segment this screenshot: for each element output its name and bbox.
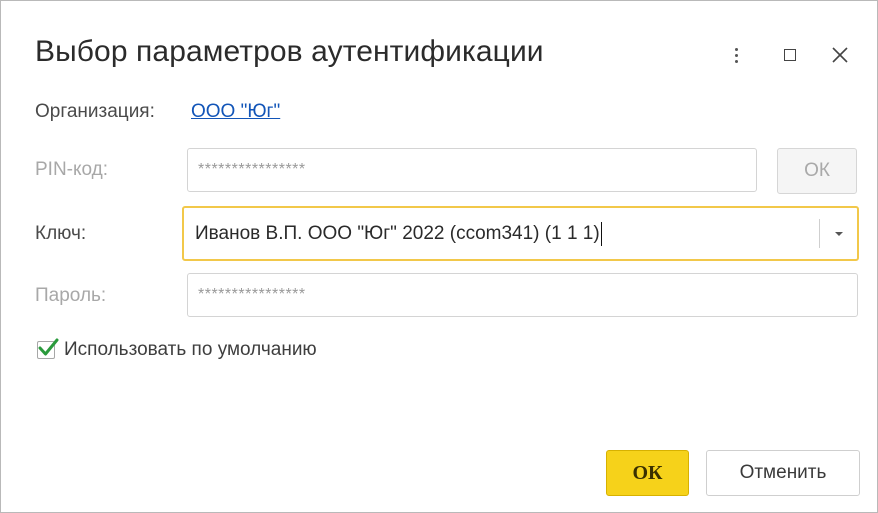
pin-value: **************** — [198, 161, 306, 178]
dropdown-arrow-icon[interactable] — [820, 208, 857, 259]
close-icon[interactable] — [827, 41, 853, 69]
key-label: Ключ: — [35, 223, 87, 244]
password-input[interactable]: **************** — [187, 273, 858, 317]
maximize-icon[interactable] — [777, 41, 803, 69]
text-caret — [600, 221, 603, 246]
more-vertical-icon[interactable] — [723, 41, 749, 69]
dialog-title: Выбор параметров аутентификации — [35, 35, 544, 68]
organization-link[interactable]: ООО "Юг" — [191, 101, 280, 123]
checkmark-icon — [38, 338, 59, 356]
key-select[interactable]: Иванов В.П. ООО "Юг" 2022 (ccom341) (1 1… — [182, 206, 859, 261]
pin-input[interactable]: **************** — [187, 148, 757, 192]
password-value: **************** — [198, 286, 306, 303]
password-label: Пароль: — [35, 285, 107, 306]
key-value: Иванов В.П. ООО "Юг" 2022 (ccom341) (1 1… — [195, 222, 600, 244]
auth-params-dialog: Выбор параметров аутентификации Организа… — [0, 0, 878, 513]
key-value-text: Иванов В.П. ООО "Юг" 2022 (ccom341) (1 1… — [195, 208, 603, 259]
use-default-label: Использовать по умолчанию — [64, 339, 317, 360]
organization-label: Организация: — [35, 101, 155, 122]
use-default-checkbox-row[interactable]: Использовать по умолчанию — [37, 338, 317, 361]
pin-label: PIN-код: — [35, 159, 109, 180]
pin-ok-button[interactable]: ОК — [777, 148, 857, 194]
ok-button[interactable]: ОК — [606, 450, 689, 496]
cancel-button[interactable]: Отменить — [706, 450, 860, 496]
use-default-checkbox[interactable] — [37, 338, 59, 359]
